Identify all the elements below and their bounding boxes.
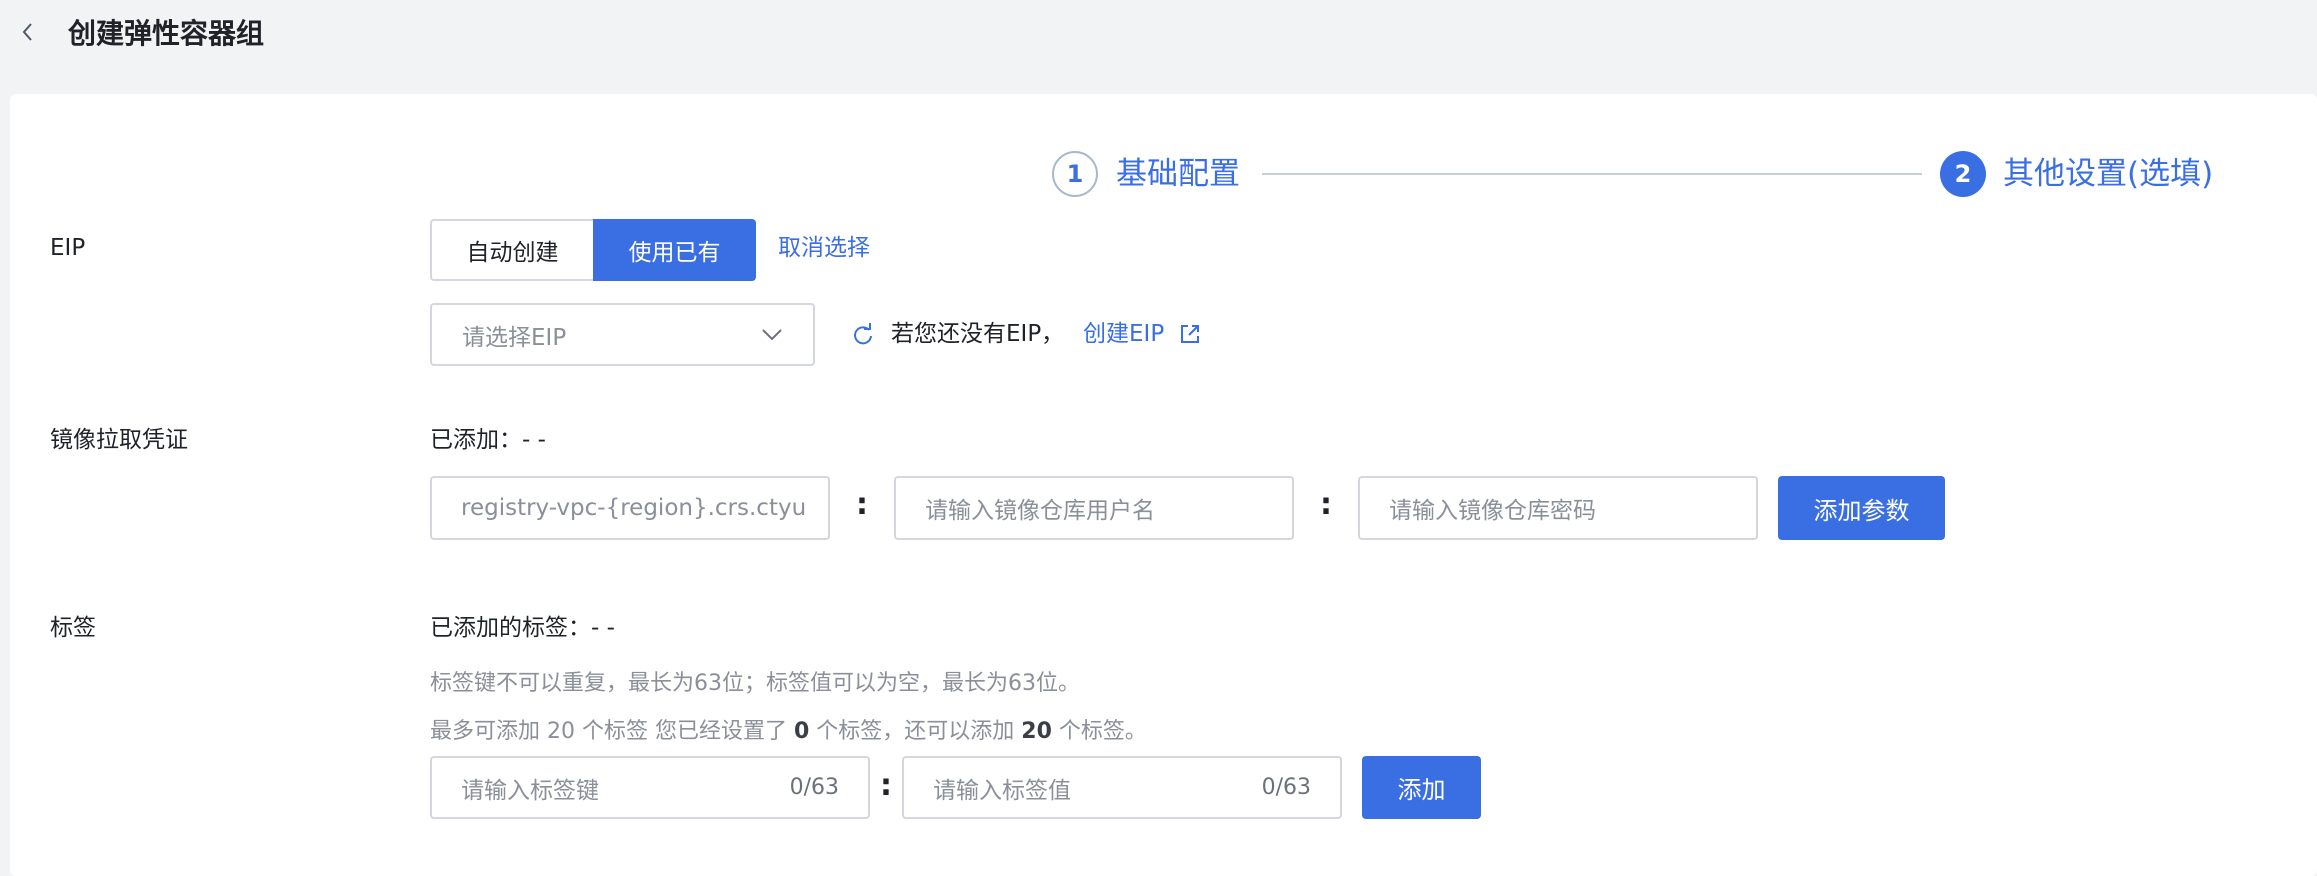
eip-cancel-link[interactable]: 取消选择 xyxy=(778,232,870,264)
tag-key-placeholder: 请输入标签键 xyxy=(461,777,599,804)
add-tag-button[interactable]: 添加 xyxy=(1362,756,1481,819)
back-arrow-icon[interactable] xyxy=(20,18,44,48)
chevron-down-icon xyxy=(761,322,783,348)
registry-added-text: 已添加：- - xyxy=(430,427,546,453)
eip-use-existing-button[interactable]: 使用已有 xyxy=(593,219,756,281)
step-connector xyxy=(1262,173,1922,175)
step-1-label: 基础配置 xyxy=(1116,156,1240,192)
registry-password-placeholder: 请输入镜像仓库密码 xyxy=(1389,498,1596,524)
eip-label: EIP xyxy=(50,235,86,261)
registry-server-value: registry-vpc-{region}.crs.ctyu xyxy=(461,495,807,521)
tag-value-input[interactable]: 请输入标签值 0/63 xyxy=(902,756,1342,819)
eip-select[interactable]: 请选择EIP xyxy=(430,303,815,366)
tags-remaining-count: 20 xyxy=(1021,719,1052,744)
step-2-label: 其他设置(选填) xyxy=(2003,156,2214,192)
colon-separator: : xyxy=(856,487,868,522)
refresh-icon[interactable] xyxy=(850,322,876,348)
eip-select-placeholder: 请选择EIP xyxy=(462,324,567,351)
tag-key-counter: 0/63 xyxy=(789,775,839,800)
tags-label: 标签 xyxy=(50,615,96,641)
colon-separator: : xyxy=(1320,487,1332,522)
tag-value-placeholder: 请输入标签值 xyxy=(933,777,1071,804)
tag-key-input[interactable]: 请输入标签键 0/63 xyxy=(430,756,870,819)
step-2-indicator: 2 xyxy=(1940,151,1986,197)
tags-set-count: 0 xyxy=(793,719,810,744)
no-eip-text: 若您还没有EIP， xyxy=(891,321,1065,347)
external-link-icon[interactable] xyxy=(1178,322,1202,346)
add-parameter-button[interactable]: 添加参数 xyxy=(1778,476,1945,540)
registry-credential-label: 镜像拉取凭证 xyxy=(50,427,188,453)
eip-auto-create-button[interactable]: 自动创建 xyxy=(430,219,593,281)
create-eip-link[interactable]: 创建EIP xyxy=(1083,318,1164,350)
registry-username-placeholder: 请输入镜像仓库用户名 xyxy=(925,498,1155,524)
tag-value-counter: 0/63 xyxy=(1261,775,1311,800)
tags-rule-hint: 标签键不可以重复，最长为63位；标签值可以为空，最长为63位。 xyxy=(430,671,1080,696)
page-title: 创建弹性容器组 xyxy=(68,17,265,50)
registry-username-input[interactable]: 请输入镜像仓库用户名 xyxy=(894,476,1294,540)
tags-limit-hint: 最多可添加 20 个标签 您已经设置了 0 个标签，还可以添加 20 个标签。 xyxy=(430,719,1147,744)
registry-password-input[interactable]: 请输入镜像仓库密码 xyxy=(1358,476,1758,540)
registry-server-input[interactable]: registry-vpc-{region}.crs.ctyu xyxy=(430,476,830,540)
colon-separator: : xyxy=(880,768,892,803)
tags-added-text: 已添加的标签：- - xyxy=(430,615,615,641)
step-1-indicator: 1 xyxy=(1052,151,1098,197)
